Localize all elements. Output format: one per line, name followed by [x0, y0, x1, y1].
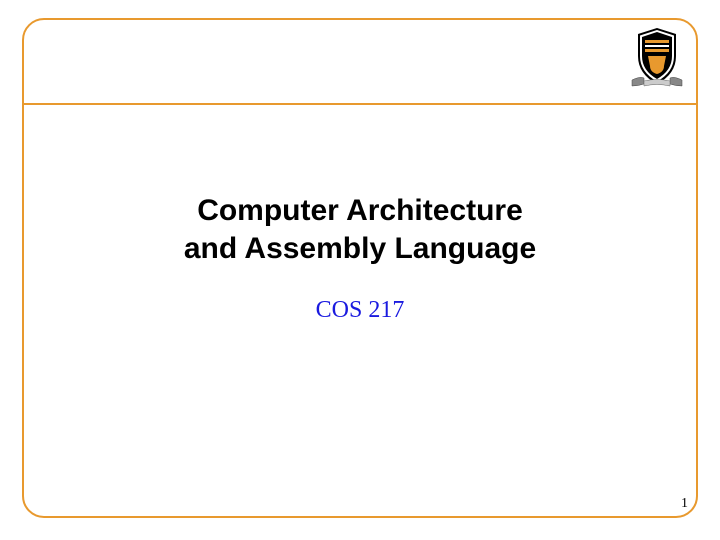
title-line-1: Computer Architecture [0, 192, 720, 230]
title-block: Computer Architecture and Assembly Langu… [0, 192, 720, 324]
title-line-2: and Assembly Language [0, 230, 720, 268]
header-divider [22, 103, 698, 105]
course-code: COS 217 [0, 297, 720, 324]
page-number: 1 [681, 496, 688, 512]
university-crest-icon [630, 26, 684, 90]
